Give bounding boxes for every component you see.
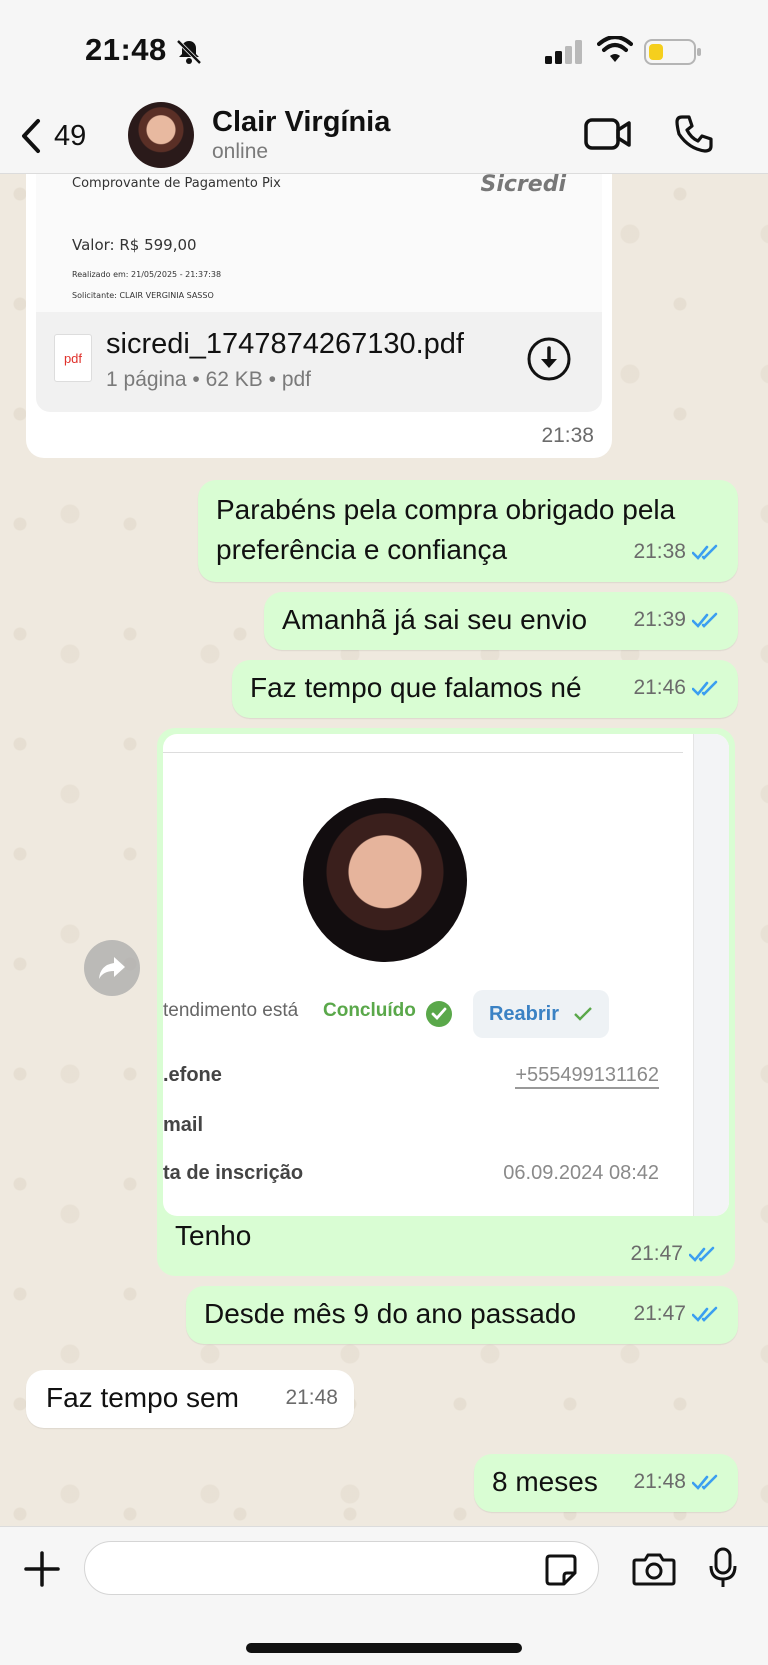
document-file-row[interactable]: pdf sicredi_1747874267130.pdf 1 página •… bbox=[36, 312, 602, 412]
message-meta: 21:47 bbox=[630, 1242, 719, 1266]
file-name: sicredi_1747874267130.pdf bbox=[106, 328, 464, 360]
read-ticks-icon bbox=[689, 1246, 715, 1262]
message-meta: 21:38 bbox=[633, 532, 722, 572]
document-message[interactable]: Comprovante de Pagamento Pix Sicredi Val… bbox=[26, 172, 612, 458]
message-text: Desde mês 9 do ano passado bbox=[204, 1298, 577, 1329]
message-time: 21:47 bbox=[630, 1242, 683, 1265]
field-label: mail bbox=[163, 1114, 204, 1136]
phone-field: .efone +555499131162 bbox=[163, 1060, 683, 1094]
status-label: tendimento está bbox=[163, 1000, 299, 1021]
cellular-signal-icon bbox=[545, 40, 582, 64]
message-text: Amanhã já sai seu envio bbox=[282, 604, 588, 635]
message-time: 21:46 bbox=[633, 676, 686, 699]
image-message[interactable]: tendimento está Concluído Reabrir .efone… bbox=[157, 728, 735, 1276]
message-text: Faz tempo sem bbox=[46, 1382, 239, 1413]
outgoing-message[interactable]: Faz tempo que falamos né 21:46 bbox=[232, 660, 738, 718]
reopen-button: Reabrir bbox=[473, 990, 609, 1038]
signup-date-field: ta de inscrição 06.09.2024 08:42 bbox=[163, 1158, 683, 1192]
message-time: 21:38 bbox=[633, 540, 686, 563]
forward-button[interactable] bbox=[84, 940, 140, 996]
unread-count: 49 bbox=[54, 119, 87, 152]
read-ticks-icon bbox=[692, 680, 718, 696]
divider bbox=[163, 752, 683, 753]
outgoing-message[interactable]: Parabéns pela compra obrigado pela prefe… bbox=[198, 480, 738, 582]
scrollbar-area bbox=[693, 734, 729, 1216]
sticker-icon[interactable] bbox=[544, 1553, 578, 1587]
preview-date: Realizado em: 21/05/2025 - 21:37:38 bbox=[72, 270, 222, 279]
message-time: 21:38 bbox=[541, 424, 594, 447]
video-call-icon[interactable] bbox=[584, 116, 632, 152]
outgoing-message[interactable]: Desde mês 9 do ano passado 21:47 bbox=[186, 1286, 738, 1344]
check-circle-icon bbox=[426, 1001, 452, 1027]
profile-photo bbox=[303, 798, 467, 962]
field-value: +555499131162 bbox=[515, 1064, 659, 1089]
outgoing-message[interactable]: Amanhã já sai seu envio 21:39 bbox=[264, 592, 738, 650]
forward-icon bbox=[99, 957, 125, 979]
field-label: ta de inscrição bbox=[163, 1162, 304, 1184]
plus-icon[interactable] bbox=[22, 1549, 62, 1589]
read-ticks-icon bbox=[692, 1306, 718, 1322]
image-caption: Tenho bbox=[175, 1220, 252, 1251]
incoming-message[interactable]: Faz tempo sem 21:48 bbox=[26, 1370, 354, 1428]
document-preview[interactable]: Comprovante de Pagamento Pix Sicredi Val… bbox=[36, 172, 602, 312]
read-ticks-icon bbox=[692, 612, 718, 628]
message-time: 21:47 bbox=[633, 1302, 686, 1325]
bell-muted-icon bbox=[176, 39, 202, 65]
message-text: Faz tempo que falamos né bbox=[250, 672, 582, 703]
phone-icon[interactable] bbox=[674, 114, 714, 154]
wifi-icon bbox=[597, 36, 633, 62]
preview-requester: Solicitante: CLAIR VERGINIA SASSO bbox=[72, 291, 214, 300]
camera-icon[interactable] bbox=[632, 1551, 676, 1587]
check-icon bbox=[574, 1007, 592, 1021]
message-meta: 21:47 bbox=[633, 1294, 722, 1334]
preview-value: Valor: R$ 599,00 bbox=[72, 236, 197, 254]
field-label: .efone bbox=[163, 1064, 222, 1086]
contact-name[interactable]: Clair Virgínia bbox=[212, 106, 390, 139]
email-field: mail bbox=[163, 1110, 683, 1144]
chat-header: 49 Clair Virgínia online bbox=[0, 100, 768, 174]
status-time: 21:48 bbox=[85, 32, 167, 67]
back-button[interactable]: 49 bbox=[20, 116, 100, 156]
message-input[interactable] bbox=[84, 1541, 599, 1595]
read-ticks-icon bbox=[692, 544, 718, 560]
shared-screenshot-image[interactable]: tendimento está Concluído Reabrir .efone… bbox=[163, 734, 729, 1216]
reopen-label: Reabrir bbox=[488, 1002, 560, 1025]
file-info: 1 página • 62 KB • pdf bbox=[106, 368, 312, 391]
contact-status: online bbox=[212, 140, 269, 163]
status-row: tendimento está Concluído Reabrir bbox=[163, 990, 693, 1038]
message-meta: 21:46 bbox=[633, 668, 722, 708]
status-value: Concluído bbox=[323, 1000, 416, 1021]
message-text: 8 meses bbox=[492, 1466, 598, 1497]
message-meta: 21:48 bbox=[285, 1378, 338, 1418]
preview-title: Comprovante de Pagamento Pix bbox=[72, 176, 281, 191]
home-indicator bbox=[246, 1643, 522, 1653]
message-time: 21:48 bbox=[633, 1470, 686, 1493]
read-ticks-icon bbox=[692, 1474, 718, 1490]
message-time: 21:48 bbox=[285, 1386, 338, 1409]
chevron-left-icon bbox=[22, 119, 40, 153]
battery-icon bbox=[644, 39, 701, 65]
outgoing-message[interactable]: 8 meses 21:48 bbox=[474, 1454, 738, 1512]
pdf-file-icon: pdf bbox=[54, 334, 92, 382]
status-bar: 21:48 bbox=[0, 0, 768, 100]
composer-bar bbox=[0, 1526, 768, 1665]
preview-brand-logo: Sicredi bbox=[480, 172, 567, 197]
message-text: Parabéns pela compra obrigado pela prefe… bbox=[216, 494, 676, 565]
contact-avatar[interactable] bbox=[128, 102, 194, 168]
microphone-icon[interactable] bbox=[708, 1547, 738, 1589]
message-meta: 21:48 bbox=[633, 1462, 722, 1502]
download-icon[interactable] bbox=[526, 336, 572, 382]
message-time: 21:39 bbox=[633, 608, 686, 631]
field-value: 06.09.2024 08:42 bbox=[503, 1162, 659, 1184]
message-meta: 21:39 bbox=[633, 600, 722, 640]
